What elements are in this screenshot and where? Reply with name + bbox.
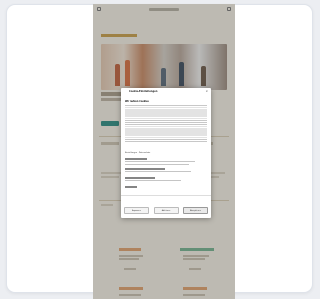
accept-button[interactable]: Akzeptieren [183,207,208,214]
close-icon[interactable]: × [205,90,208,93]
consent-section [125,186,201,188]
customize-button[interactable]: Anpassen [124,207,149,214]
dialog-heading: Wir nutzen Cookies [125,100,149,103]
settings-link[interactable]: Einstellungen · Datenschutz [125,152,150,154]
cookie-consent-dialog: Cookie-Einstellungen × Wir nutzen Cookie… [121,88,211,218]
consent-section [125,168,201,173]
consent-section [125,177,201,182]
dialog-body-text [125,105,207,143]
dialog-button-row: Anpassen Ablehnen Akzeptieren [124,207,208,214]
reject-button[interactable]: Ablehnen [153,207,179,214]
divider [121,195,211,196]
dialog-title: Cookie-Einstellungen [129,90,158,93]
consent-section [125,158,201,165]
